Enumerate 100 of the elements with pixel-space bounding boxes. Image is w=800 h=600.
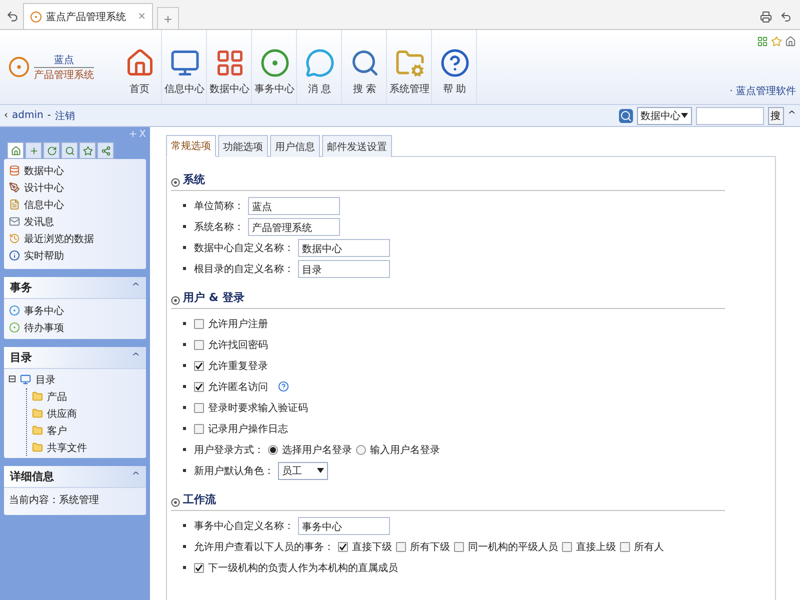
- search-field[interactable]: [696, 106, 764, 124]
- collapse-toggle[interactable]: ^: [788, 110, 796, 121]
- settings-tab[interactable]: 常规选项: [166, 135, 216, 157]
- share-tab[interactable]: [97, 142, 114, 159]
- text-field[interactable]: 产品管理系统: [248, 218, 340, 236]
- toolbar-button[interactable]: 帮 助: [433, 30, 477, 104]
- refresh-tab[interactable]: [43, 142, 60, 159]
- checkbox[interactable]: [396, 542, 406, 552]
- tree-node[interactable]: 供应商: [47, 406, 77, 420]
- search-tab[interactable]: [61, 142, 78, 159]
- house-icon[interactable]: [785, 36, 796, 47]
- collapse-toggle[interactable]: ^: [132, 471, 140, 482]
- refresh-icon: [46, 146, 56, 156]
- star-icon[interactable]: [771, 36, 782, 47]
- share-icon: [100, 146, 110, 156]
- tree-node[interactable]: 产品: [47, 390, 67, 404]
- star-icon: [82, 146, 92, 156]
- logout-link[interactable]: 注销: [54, 108, 75, 122]
- checkbox[interactable]: [194, 318, 204, 328]
- separator: -: [47, 110, 51, 121]
- folder-icon: [32, 408, 43, 419]
- checkbox[interactable]: [194, 360, 204, 370]
- toolbar-button[interactable]: 消 息: [298, 30, 342, 104]
- tree-expander[interactable]: ⊟: [8, 374, 16, 385]
- checkbox[interactable]: [562, 542, 572, 552]
- search-icon: [64, 146, 74, 156]
- settings-tab[interactable]: 用户信息: [270, 135, 320, 157]
- toolbar-button[interactable]: 信息中心: [163, 30, 207, 104]
- help-icon: [440, 48, 470, 78]
- database-icon: [9, 165, 20, 176]
- settings-tab[interactable]: 功能选项: [218, 135, 268, 157]
- toolbar-button[interactable]: 事务中心: [253, 30, 297, 104]
- section-title: 系统: [183, 172, 205, 187]
- quick-link[interactable]: 数据中心: [24, 164, 64, 178]
- section-icon: [171, 296, 180, 305]
- checkbox[interactable]: [194, 382, 204, 392]
- radio-label: 选择用户名登录: [282, 444, 352, 456]
- collapse-toggle[interactable]: ^: [132, 352, 140, 363]
- tree-node[interactable]: 客户: [47, 424, 67, 438]
- field-label: 新用户默认角色：: [194, 464, 274, 478]
- panel-item[interactable]: 事务中心: [24, 304, 64, 318]
- field-label: 根目录的自定义名称：: [194, 262, 294, 276]
- toolbar-button[interactable]: 首页: [118, 30, 162, 104]
- back-arrow-icon[interactable]: [6, 10, 19, 23]
- checkbox[interactable]: [454, 542, 464, 552]
- user-link[interactable]: admin: [12, 110, 44, 121]
- quick-link[interactable]: 设计中心: [24, 180, 64, 194]
- star-tab[interactable]: [79, 142, 96, 159]
- info-icon: [9, 250, 20, 261]
- checkbox[interactable]: [338, 542, 348, 552]
- role-dropdown[interactable]: 员工: [278, 462, 328, 480]
- tree-node[interactable]: 目录: [35, 372, 56, 386]
- quick-link[interactable]: 实时帮助: [24, 248, 64, 262]
- browser-tab[interactable]: 蓝点产品管理系统 ×: [23, 3, 153, 29]
- monitor-icon: [170, 48, 200, 78]
- panel-item[interactable]: 待办事项: [24, 320, 64, 334]
- toolbar-button[interactable]: 系统管理: [388, 30, 432, 104]
- quick-link[interactable]: 最近浏览的数据: [24, 232, 94, 246]
- help-icon[interactable]: [278, 381, 289, 392]
- ring-icon: [9, 305, 20, 316]
- text-field[interactable]: 目录: [298, 260, 390, 278]
- brand-link[interactable]: · 蓝点管理软件: [730, 84, 796, 98]
- text-field[interactable]: 蓝点: [248, 196, 340, 214]
- field-label: 系统名称：: [194, 220, 244, 234]
- house-tab[interactable]: [7, 142, 24, 159]
- settings-tab[interactable]: 邮件发送设置: [322, 135, 392, 157]
- folder-icon: [32, 425, 43, 436]
- checkbox[interactable]: [194, 402, 204, 412]
- search-scope-dropdown[interactable]: 数据中心: [636, 106, 692, 124]
- radio-button[interactable]: [356, 444, 366, 454]
- checkbox-label: 下一级机构的负责人作为本机构的直属成员: [208, 562, 398, 574]
- print-icon[interactable]: [760, 11, 772, 23]
- tab-title: 蓝点产品管理系统: [46, 10, 126, 24]
- checkbox[interactable]: [620, 542, 630, 552]
- text-field[interactable]: 数据中心: [298, 238, 390, 256]
- checkbox[interactable]: [194, 424, 204, 434]
- toolbar-button[interactable]: 数据中心: [208, 30, 252, 104]
- plus-tab[interactable]: [25, 142, 42, 159]
- folder-icon: [32, 442, 43, 453]
- house-icon: [10, 146, 20, 156]
- toolbar-button[interactable]: 搜 索: [343, 30, 387, 104]
- logo-icon: [8, 56, 30, 78]
- document-icon: [9, 199, 20, 210]
- house-icon: [124, 48, 154, 78]
- checkbox[interactable]: [194, 340, 204, 350]
- logo-text: 蓝点: [54, 54, 74, 66]
- close-tab-button[interactable]: ×: [138, 11, 146, 22]
- chat-bubble-icon: [304, 48, 334, 78]
- tree-node[interactable]: 共享文件: [47, 440, 87, 454]
- checkbox-label: 记录用户操作日志: [208, 422, 288, 436]
- radio-button[interactable]: [268, 444, 278, 454]
- back-arrow[interactable]: ‹: [4, 110, 8, 121]
- checkbox[interactable]: [194, 562, 204, 572]
- undo-icon[interactable]: [780, 11, 792, 23]
- collapse-toggle[interactable]: ^: [132, 282, 140, 293]
- text-field[interactable]: 事务中心: [298, 516, 390, 534]
- field-label: 事务中心自定义名称：: [194, 520, 294, 532]
- search-button[interactable]: 搜: [768, 106, 784, 124]
- quick-link[interactable]: 发讯息: [24, 214, 54, 228]
- quick-link[interactable]: 信息中心: [24, 198, 64, 212]
